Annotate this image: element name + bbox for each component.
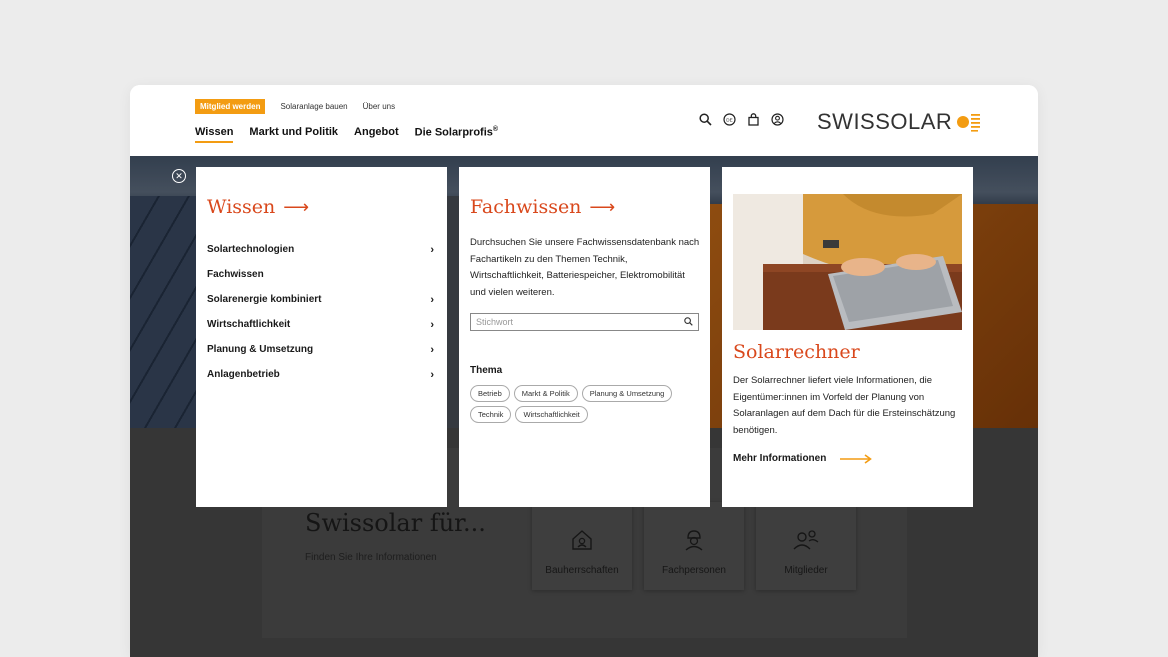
tag-wirtschaftlichkeit[interactable]: Wirtschaftlichkeit <box>515 406 588 423</box>
panel-solarrechner: Solarrechner Der Solarrechner liefert vi… <box>722 167 973 507</box>
nav-wissen[interactable]: Wissen <box>195 126 234 143</box>
chevron-right-icon: › <box>430 293 434 306</box>
solarrechner-title[interactable]: Solarrechner <box>733 341 860 363</box>
menu-item-fachwissen[interactable]: Fachwissen <box>207 262 437 287</box>
menu-item-anlagenbetrieb[interactable]: Anlagenbetrieb › <box>207 362 437 387</box>
main-nav: Wissen Markt und Politik Angebot Die Sol… <box>195 126 498 143</box>
thema-label: Thema <box>470 365 503 376</box>
tag-technik[interactable]: Technik <box>470 406 512 423</box>
nav-angebot[interactable]: Angebot <box>354 126 399 143</box>
search-placeholder: Stichwort <box>476 317 514 327</box>
sun-logo-icon <box>957 114 981 132</box>
panel-fachwissen: Fachwissen ⟶ Durchsuchen Sie unsere Fach… <box>459 167 710 507</box>
logo-text: SWISSOLAR <box>817 109 953 134</box>
menu-item-label: Wirtschaftlichkeit <box>207 319 291 330</box>
menu-item-label: Solarenergie kombiniert <box>207 294 322 305</box>
nav-solarprofis-label: Die Solarprofis <box>414 126 493 139</box>
panel-wissen-title-text: Wissen <box>207 196 276 218</box>
more-label: Mehr Informationen <box>733 453 827 464</box>
menu-item-label: Solartechnologien <box>207 244 295 255</box>
top-link-ueber-uns[interactable]: Über uns <box>363 102 395 111</box>
member-badge-link[interactable]: Mitglied werden <box>195 99 266 114</box>
menu-item-label: Planung & Umsetzung <box>207 344 314 355</box>
menu-item-planung-umsetzung[interactable]: Planung & Umsetzung › <box>207 337 437 362</box>
panel-wissen: Wissen ⟶ Solartechnologien › Fachwissen … <box>196 167 447 507</box>
arrow-right-icon: ⟶ <box>283 196 310 218</box>
nav-markt-politik[interactable]: Markt und Politik <box>249 126 338 143</box>
top-link-solaranlage[interactable]: Solaranlage bauen <box>280 102 347 111</box>
tag-betrieb[interactable]: Betrieb <box>470 385 510 402</box>
browser-frame: Mitglied werden Solaranlage bauen Über u… <box>130 85 1038 657</box>
chevron-right-icon: › <box>430 343 434 356</box>
laptop-photo <box>733 194 962 330</box>
chevron-right-icon: › <box>430 243 434 256</box>
solarrechner-description: Der Solarrechner liefert viele Informati… <box>733 375 956 436</box>
arrow-right-icon <box>840 453 873 464</box>
chevron-right-icon: › <box>430 318 434 331</box>
top-nav: Mitglied werden Solaranlage bauen Über u… <box>195 99 395 114</box>
tag-markt-politik[interactable]: Markt & Politik <box>513 385 578 402</box>
nav-solarprofis[interactable]: Die Solarprofis® <box>415 126 498 143</box>
header-icons: DE <box>698 112 784 126</box>
site-header: Mitglied werden Solaranlage bauen Über u… <box>130 85 1038 156</box>
registered-mark: ® <box>492 126 499 133</box>
thema-tags: Betrieb Markt & Politik Planung & Umsetz… <box>470 385 702 423</box>
menu-item-solarenergie-kombiniert[interactable]: Solarenergie kombiniert › <box>207 287 437 312</box>
user-icon[interactable] <box>770 112 784 126</box>
panel-fachwissen-title-text: Fachwissen <box>470 196 582 218</box>
chevron-right-icon: › <box>430 368 434 381</box>
fachwissen-description: Durchsuchen Sie unsere Fachwissensdatenb… <box>470 237 700 298</box>
close-icon[interactable]: ✕ <box>172 169 186 183</box>
language-icon[interactable]: DE <box>722 112 736 126</box>
menu-item-solartechnologien[interactable]: Solartechnologien › <box>207 237 437 262</box>
wissen-menu: Solartechnologien › Fachwissen Solarener… <box>207 237 437 387</box>
arrow-right-icon: ⟶ <box>589 196 616 218</box>
tag-planung-umsetzung[interactable]: Planung & Umsetzung <box>581 385 673 402</box>
swissolar-logo[interactable]: SWISSOLAR <box>817 109 982 135</box>
language-code: DE <box>726 117 732 122</box>
menu-item-label: Anlagenbetrieb <box>207 369 280 380</box>
stichwort-search-input[interactable]: Stichwort <box>470 313 699 331</box>
search-icon[interactable] <box>698 112 712 126</box>
menu-item-label: Fachwissen <box>207 269 264 280</box>
panel-fachwissen-title[interactable]: Fachwissen ⟶ <box>470 196 615 218</box>
mehr-informationen-link[interactable]: Mehr Informationen <box>733 453 873 464</box>
menu-item-wirtschaftlichkeit[interactable]: Wirtschaftlichkeit › <box>207 312 437 337</box>
search-icon[interactable] <box>684 313 693 331</box>
bag-icon[interactable] <box>746 112 760 126</box>
panel-wissen-title[interactable]: Wissen ⟶ <box>207 196 309 218</box>
